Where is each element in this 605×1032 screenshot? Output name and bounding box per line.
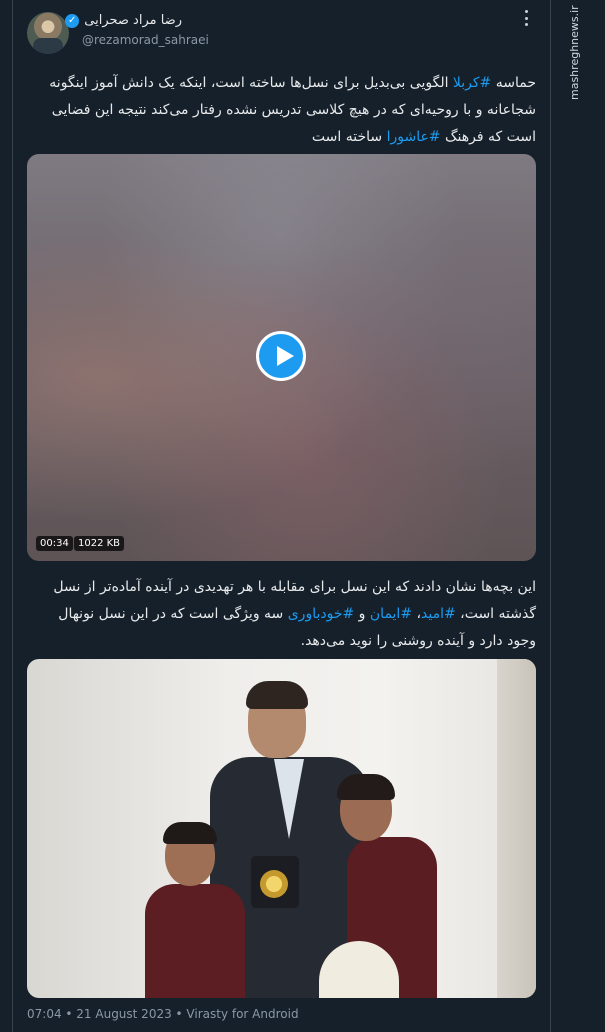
tweet-text-segment: ساخته است (311, 129, 387, 145)
boy-right-hair (337, 774, 395, 800)
tweet-text-paragraph-2: این بچه‌ها نشان دادند که این نسل برای مق… (34, 574, 536, 655)
tweet-text-paragraph-1: حماسه #کربلا الگویی بی‌بدیل برای نسل‌ها … (34, 70, 536, 151)
right-border (550, 0, 551, 1032)
hashtag-link[interactable]: #کربلا (453, 75, 491, 91)
man-hair (246, 681, 308, 709)
verified-badge-icon: ✓ (65, 13, 80, 28)
medal-icon (260, 870, 288, 898)
tweet-meta: 07:04 • 21 August 2023 • Virasty for And… (27, 1007, 299, 1021)
video-size: 1022 KB (74, 536, 125, 551)
display-name[interactable]: رضا مراد صحرایی (84, 13, 182, 28)
user-handle[interactable]: @rezamorad_sahraei (82, 33, 209, 47)
hashtag-link[interactable]: #ایمان (370, 606, 412, 622)
tweet-text-segment: حماسه (491, 75, 536, 91)
tweet-text-segment: ، (412, 606, 422, 622)
tweet-photo[interactable] (27, 659, 536, 998)
boy-left-figure (145, 884, 245, 998)
video-duration: 00:34 (36, 536, 73, 551)
left-border (12, 0, 13, 1032)
tweet-text-segment: و (354, 606, 370, 622)
play-button-icon[interactable] (256, 331, 306, 381)
site-watermark: mashreghnews.ir (568, 5, 581, 100)
curtain-shape (497, 659, 536, 998)
more-options-icon[interactable] (525, 10, 529, 26)
boy-left-hair (163, 822, 217, 844)
author-name-row[interactable]: رضا مراد صحرایی ✓ (65, 13, 182, 28)
hashtag-link[interactable]: #امید (421, 606, 456, 622)
hashtag-link[interactable]: #عاشورا (387, 129, 441, 145)
video-player[interactable]: 00:34 1022 KB (27, 154, 536, 561)
avatar[interactable] (27, 12, 69, 54)
hashtag-link[interactable]: #خودباوری (288, 606, 355, 622)
